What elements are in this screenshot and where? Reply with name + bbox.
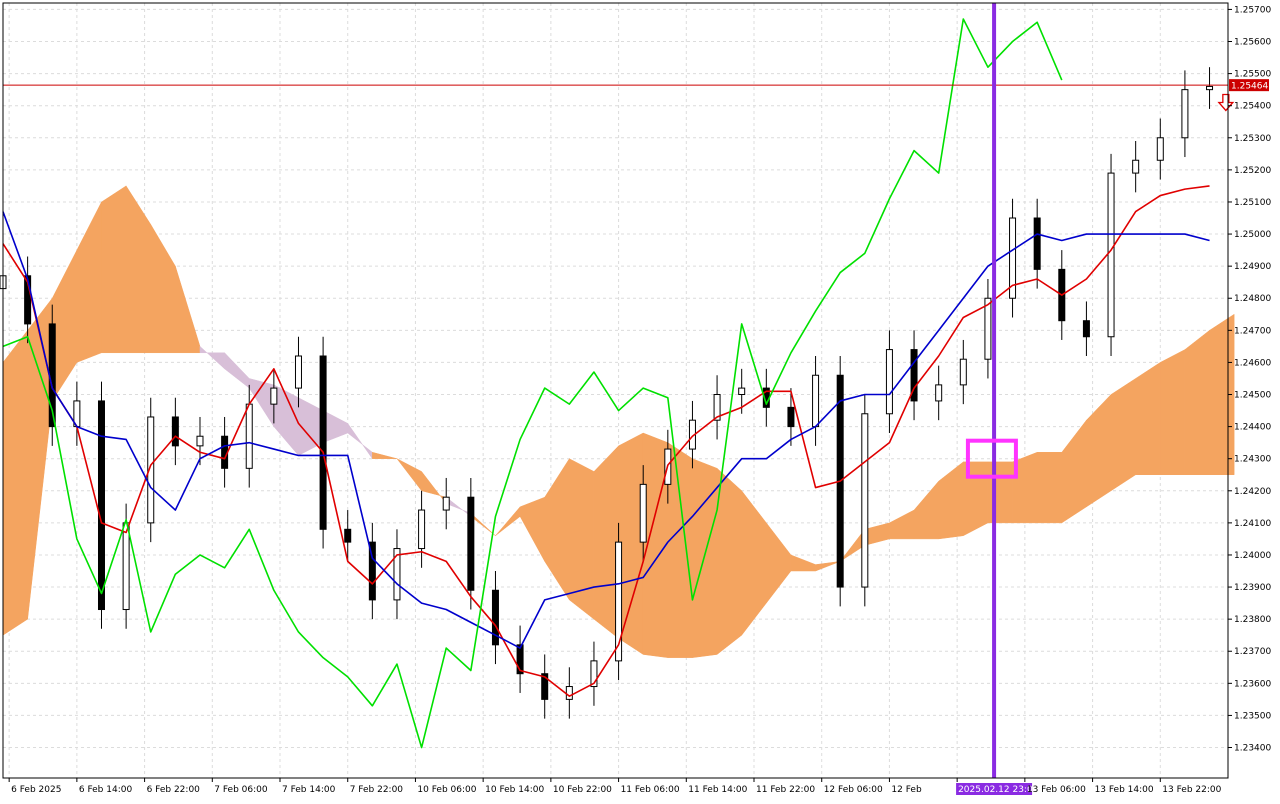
time-tick-label: 11 Feb 22:00 — [756, 785, 815, 795]
price-tick-label: 1.25600 — [1234, 38, 1271, 48]
price-tick-label: 1.24200 — [1234, 487, 1271, 497]
time-tick-label: 7 Feb 06:00 — [214, 785, 268, 795]
candle-body — [738, 387, 746, 396]
candle-body — [565, 686, 573, 700]
price-tick-label: 1.25100 — [1234, 198, 1271, 208]
price-tick-label: 1.25300 — [1234, 134, 1271, 144]
candle-body — [442, 496, 450, 511]
kumo-segment — [2, 329, 28, 636]
price-tick-label: 1.23800 — [1234, 615, 1271, 625]
time-tick-label: 6 Feb 2025 — [11, 785, 61, 795]
candle-body — [639, 483, 647, 543]
price-tick-label: 1.24900 — [1234, 262, 1271, 272]
time-tick-label: 11 Feb 06:00 — [621, 785, 680, 795]
candle-body — [1082, 320, 1090, 338]
price-tick-label: 1.24300 — [1234, 455, 1271, 465]
candle-body — [861, 413, 869, 588]
ichimoku-chart[interactable]: 1.25464 2025.02.12 23:00 1.25700 1.25600 1.… — [0, 0, 1280, 800]
time-tick-label: 11 Feb 14:00 — [688, 785, 747, 795]
price-tick-label: 1.24800 — [1234, 294, 1271, 304]
price-tick-label: 1.25000 — [1234, 230, 1271, 240]
candle-body — [171, 416, 179, 447]
candle-body — [959, 358, 967, 386]
time-tick-label: 13 Feb 22:00 — [1162, 785, 1221, 795]
candle-body — [270, 387, 278, 405]
candle-body — [97, 400, 105, 611]
candle-body — [1132, 159, 1140, 174]
kumo-segment — [667, 442, 693, 658]
candle-body — [1033, 217, 1041, 270]
kumo-segment — [1160, 349, 1186, 475]
candle-body — [1206, 85, 1214, 91]
price-tick-label: 1.24100 — [1234, 519, 1271, 529]
candle-body — [319, 355, 327, 530]
candle-body — [885, 349, 893, 415]
time-tick-label: 12 Feb — [891, 785, 922, 795]
price-tick-label: 1.23700 — [1234, 647, 1271, 657]
price-tick-label: 1.25200 — [1234, 166, 1271, 176]
kumo-segment — [618, 432, 644, 655]
candle-body — [467, 496, 475, 591]
time-tick-label: 6 Feb 14:00 — [79, 785, 133, 795]
kumo-segment — [569, 458, 595, 620]
price-tick-label: 1.24400 — [1234, 423, 1271, 433]
candle-body — [245, 403, 253, 469]
price-tick-label: 1.24600 — [1234, 358, 1271, 368]
candle-body — [196, 435, 204, 447]
price-tick-label: 1.24500 — [1234, 391, 1271, 401]
price-tick-label: 1.25400 — [1234, 102, 1271, 112]
price-tick-label: 1.25500 — [1234, 70, 1271, 80]
kumo-segment — [692, 458, 718, 658]
price-tick-label: 1.24700 — [1234, 326, 1271, 336]
candle-body — [1181, 89, 1189, 139]
kumo-segment — [1036, 452, 1063, 524]
kumo-segment — [987, 461, 1013, 524]
candle-body — [418, 509, 426, 550]
candle-body — [812, 374, 820, 428]
chart-svg[interactable]: 1.254642025.02.12 23:00 1.257001.256001.… — [0, 0, 1280, 800]
time-tick-label: 10 Feb 14:00 — [485, 785, 544, 795]
kumo-segment — [1135, 361, 1161, 475]
time-tick-label: 6 Feb 22:00 — [147, 785, 201, 795]
price-tick-label: 1.23900 — [1234, 583, 1271, 593]
candle-body — [1107, 172, 1115, 338]
candle-body — [294, 355, 302, 389]
kumo-segment — [1110, 378, 1136, 492]
kumo-segment — [1184, 329, 1210, 475]
price-tick-label: 1.25700 — [1234, 5, 1271, 15]
chart-background — [0, 0, 1280, 800]
candle-body — [1156, 137, 1164, 161]
time-tick-label: 10 Feb 06:00 — [417, 785, 476, 795]
kumo-segment — [101, 185, 127, 354]
candle-body — [935, 384, 943, 402]
current-price-tag-label: 1.25464 — [1231, 82, 1268, 92]
time-tick-label: 13 Feb 06:00 — [1027, 785, 1086, 795]
candle-body — [787, 406, 795, 428]
time-tick-label: 12 Feb 06:00 — [824, 785, 883, 795]
candle-body — [344, 528, 352, 543]
price-tick-label: 1.24000 — [1234, 551, 1271, 561]
kumo-segment — [593, 445, 619, 639]
time-tick-label: 7 Feb 14:00 — [282, 785, 336, 795]
kumo-segment — [716, 467, 742, 655]
time-tick-label: 13 Feb 14:00 — [1095, 785, 1154, 795]
time-tick-label: 7 Feb 22:00 — [350, 785, 404, 795]
price-tick-label: 1.23500 — [1234, 711, 1271, 721]
candle-body — [984, 297, 992, 360]
price-tick-label: 1.23600 — [1234, 679, 1271, 689]
price-tick-label: 1.23400 — [1234, 744, 1271, 754]
candle-body — [122, 522, 130, 611]
time-tick-label: 10 Feb 22:00 — [553, 785, 612, 795]
